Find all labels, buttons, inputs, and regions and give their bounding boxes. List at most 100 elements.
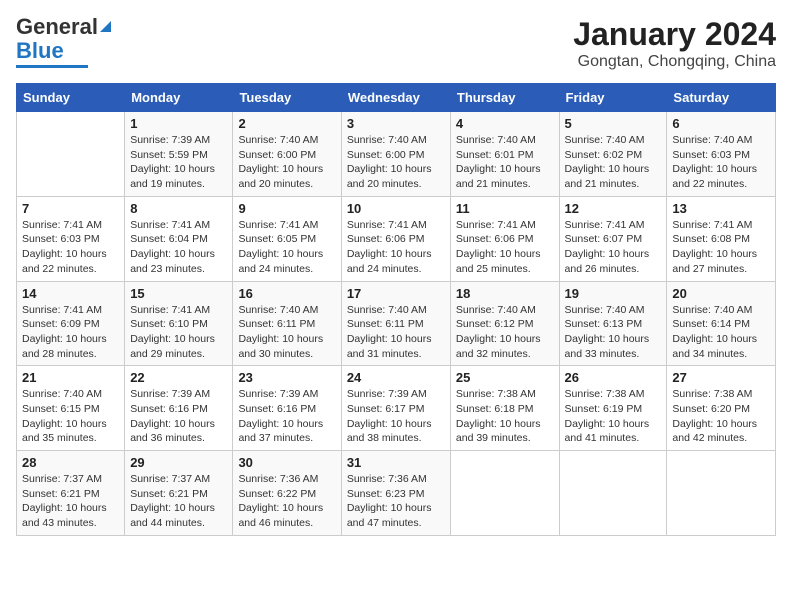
table-row: 23Sunrise: 7:39 AM Sunset: 6:16 PM Dayli… — [233, 366, 341, 451]
logo-text: General — [16, 16, 98, 38]
col-tuesday: Tuesday — [233, 84, 341, 112]
table-row: 4 Sunrise: 7:40 AM Sunset: 6:01 PM Daylig… — [450, 112, 559, 197]
calendar-week-row: 1 Sunrise: 7:39 AM Sunset: 5:59 PM Daylig… — [17, 112, 776, 197]
day-info: Sunrise: 7:41 AM Sunset: 6:05 PM Dayligh… — [238, 218, 335, 277]
day-number: 21 — [22, 370, 119, 385]
table-row: 2 Sunrise: 7:40 AM Sunset: 6:00 PM Daylig… — [233, 112, 341, 197]
logo-underline — [16, 65, 88, 68]
day-info: Sunrise: 7:40 AM Sunset: 6:03 PM Dayligh… — [672, 133, 770, 192]
table-row: 28 Sunrise: 7:37 AM Sunset: 6:21 PM Dayli… — [17, 451, 125, 536]
day-info: Sunrise: 7:40 AM Sunset: 6:00 PM Dayligh… — [238, 133, 335, 192]
day-number: 27 — [672, 370, 770, 385]
table-row: 31 Sunrise: 7:36 AM Sunset: 6:23 PM Dayli… — [341, 451, 450, 536]
calendar-subtitle: Gongtan, Chongqing, China — [573, 53, 776, 71]
day-info: Sunrise: 7:37 AM Sunset: 6:21 PM Dayligh… — [22, 472, 119, 531]
table-row: 14Sunrise: 7:41 AM Sunset: 6:09 PM Dayli… — [17, 281, 125, 366]
table-row — [17, 112, 125, 197]
day-info: Sunrise: 7:41 AM Sunset: 6:10 PM Dayligh… — [130, 303, 227, 362]
day-info: Sunrise: 7:40 AM Sunset: 6:00 PM Dayligh… — [347, 133, 445, 192]
day-info: Sunrise: 7:40 AM Sunset: 6:11 PM Dayligh… — [347, 303, 445, 362]
day-number: 14 — [22, 286, 119, 301]
day-info: Sunrise: 7:41 AM Sunset: 6:03 PM Dayligh… — [22, 218, 119, 277]
table-row: 21Sunrise: 7:40 AM Sunset: 6:15 PM Dayli… — [17, 366, 125, 451]
day-number: 31 — [347, 455, 445, 470]
table-row: 25 Sunrise: 7:38 AM Sunset: 6:18 PM Dayli… — [450, 366, 559, 451]
logo-blue: Blue — [16, 38, 64, 64]
day-info: Sunrise: 7:38 AM Sunset: 6:20 PM Dayligh… — [672, 387, 770, 446]
col-friday: Friday — [559, 84, 667, 112]
day-number: 8 — [130, 201, 227, 216]
day-number: 1 — [130, 116, 227, 131]
table-row: 26 Sunrise: 7:38 AM Sunset: 6:19 PM Dayli… — [559, 366, 667, 451]
table-row: 11Sunrise: 7:41 AM Sunset: 6:06 PM Dayli… — [450, 196, 559, 281]
day-number: 10 — [347, 201, 445, 216]
col-wednesday: Wednesday — [341, 84, 450, 112]
day-info: Sunrise: 7:40 AM Sunset: 6:11 PM Dayligh… — [238, 303, 335, 362]
day-info: Sunrise: 7:40 AM Sunset: 6:13 PM Dayligh… — [565, 303, 662, 362]
day-number: 7 — [22, 201, 119, 216]
day-number: 26 — [565, 370, 662, 385]
table-row: 7 Sunrise: 7:41 AM Sunset: 6:03 PM Daylig… — [17, 196, 125, 281]
calendar-week-row: 21Sunrise: 7:40 AM Sunset: 6:15 PM Dayli… — [17, 366, 776, 451]
table-row: 19 Sunrise: 7:40 AM Sunset: 6:13 PM Dayli… — [559, 281, 667, 366]
table-row: 10 Sunrise: 7:41 AM Sunset: 6:06 PM Dayli… — [341, 196, 450, 281]
table-row: 9 Sunrise: 7:41 AM Sunset: 6:05 PM Daylig… — [233, 196, 341, 281]
day-info: Sunrise: 7:39 AM Sunset: 6:17 PM Dayligh… — [347, 387, 445, 446]
table-row: 16Sunrise: 7:40 AM Sunset: 6:11 PM Dayli… — [233, 281, 341, 366]
table-row: 27 Sunrise: 7:38 AM Sunset: 6:20 PM Dayli… — [667, 366, 776, 451]
table-row: 5Sunrise: 7:40 AM Sunset: 6:02 PM Daylig… — [559, 112, 667, 197]
day-info: Sunrise: 7:36 AM Sunset: 6:23 PM Dayligh… — [347, 472, 445, 531]
day-number: 3 — [347, 116, 445, 131]
day-number: 18 — [456, 286, 554, 301]
table-row: 30 Sunrise: 7:36 AM Sunset: 6:22 PM Dayli… — [233, 451, 341, 536]
table-row — [667, 451, 776, 536]
table-row: 1 Sunrise: 7:39 AM Sunset: 5:59 PM Daylig… — [125, 112, 233, 197]
page-header: General Blue January 2024 Gongtan, Chong… — [16, 16, 776, 71]
day-info: Sunrise: 7:40 AM Sunset: 6:01 PM Dayligh… — [456, 133, 554, 192]
day-number: 30 — [238, 455, 335, 470]
table-row: 15 Sunrise: 7:41 AM Sunset: 6:10 PM Dayli… — [125, 281, 233, 366]
table-row: 22Sunrise: 7:39 AM Sunset: 6:16 PM Dayli… — [125, 366, 233, 451]
table-row: 20Sunrise: 7:40 AM Sunset: 6:14 PM Dayli… — [667, 281, 776, 366]
day-number: 9 — [238, 201, 335, 216]
col-thursday: Thursday — [450, 84, 559, 112]
day-info: Sunrise: 7:41 AM Sunset: 6:06 PM Dayligh… — [347, 218, 445, 277]
day-number: 25 — [456, 370, 554, 385]
calendar-table: Sunday Monday Tuesday Wednesday Thursday… — [16, 83, 776, 536]
day-info: Sunrise: 7:36 AM Sunset: 6:22 PM Dayligh… — [238, 472, 335, 531]
day-info: Sunrise: 7:40 AM Sunset: 6:14 PM Dayligh… — [672, 303, 770, 362]
day-number: 28 — [22, 455, 119, 470]
day-number: 23 — [238, 370, 335, 385]
day-number: 15 — [130, 286, 227, 301]
day-number: 19 — [565, 286, 662, 301]
day-number: 12 — [565, 201, 662, 216]
table-row: 24Sunrise: 7:39 AM Sunset: 6:17 PM Dayli… — [341, 366, 450, 451]
day-info: Sunrise: 7:40 AM Sunset: 6:12 PM Dayligh… — [456, 303, 554, 362]
day-number: 22 — [130, 370, 227, 385]
table-row: 12 Sunrise: 7:41 AM Sunset: 6:07 PM Dayli… — [559, 196, 667, 281]
col-saturday: Saturday — [667, 84, 776, 112]
table-row — [450, 451, 559, 536]
table-row: 6 Sunrise: 7:40 AM Sunset: 6:03 PM Daylig… — [667, 112, 776, 197]
day-info: Sunrise: 7:41 AM Sunset: 6:08 PM Dayligh… — [672, 218, 770, 277]
day-info: Sunrise: 7:38 AM Sunset: 6:18 PM Dayligh… — [456, 387, 554, 446]
day-number: 4 — [456, 116, 554, 131]
table-row: 3 Sunrise: 7:40 AM Sunset: 6:00 PM Daylig… — [341, 112, 450, 197]
day-info: Sunrise: 7:39 AM Sunset: 5:59 PM Dayligh… — [130, 133, 227, 192]
day-number: 2 — [238, 116, 335, 131]
calendar-week-row: 14Sunrise: 7:41 AM Sunset: 6:09 PM Dayli… — [17, 281, 776, 366]
day-number: 13 — [672, 201, 770, 216]
calendar-week-row: 7 Sunrise: 7:41 AM Sunset: 6:03 PM Daylig… — [17, 196, 776, 281]
table-row — [559, 451, 667, 536]
day-info: Sunrise: 7:41 AM Sunset: 6:07 PM Dayligh… — [565, 218, 662, 277]
logo: General Blue — [16, 16, 111, 68]
title-block: January 2024 Gongtan, Chongqing, China — [573, 16, 776, 71]
day-number: 29 — [130, 455, 227, 470]
day-info: Sunrise: 7:38 AM Sunset: 6:19 PM Dayligh… — [565, 387, 662, 446]
day-number: 17 — [347, 286, 445, 301]
table-row: 29Sunrise: 7:37 AM Sunset: 6:21 PM Dayli… — [125, 451, 233, 536]
day-info: Sunrise: 7:41 AM Sunset: 6:04 PM Dayligh… — [130, 218, 227, 277]
day-number: 6 — [672, 116, 770, 131]
calendar-title: January 2024 — [573, 16, 776, 53]
calendar-week-row: 28 Sunrise: 7:37 AM Sunset: 6:21 PM Dayli… — [17, 451, 776, 536]
